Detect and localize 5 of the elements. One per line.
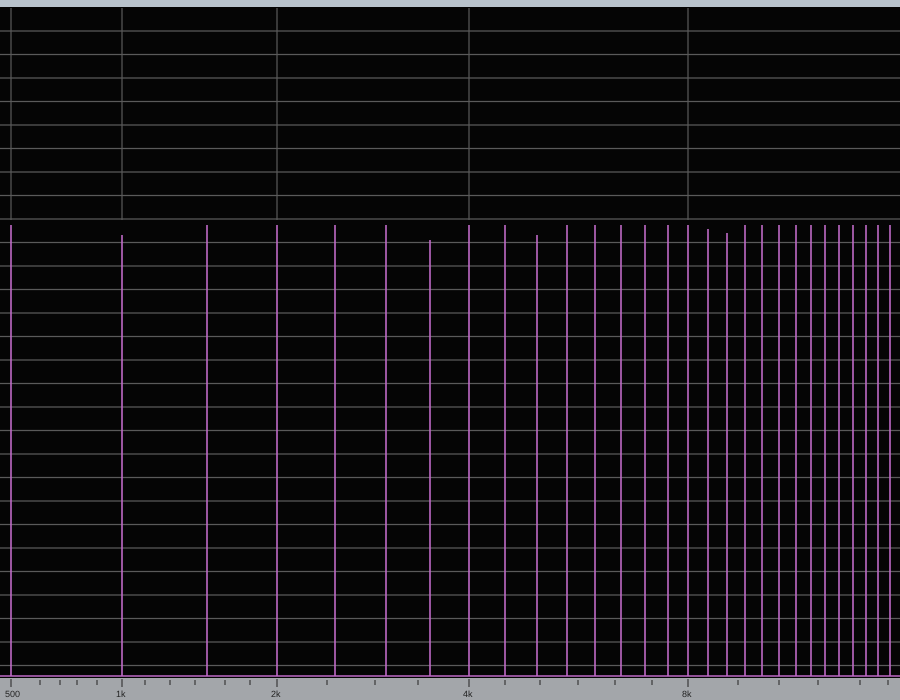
axis-label: 1k bbox=[116, 689, 126, 699]
axis-label: 500 bbox=[5, 689, 20, 699]
axis-label: 2k bbox=[271, 689, 281, 699]
axis-label: 4k bbox=[463, 689, 473, 699]
axis-label: 8k bbox=[682, 689, 692, 699]
